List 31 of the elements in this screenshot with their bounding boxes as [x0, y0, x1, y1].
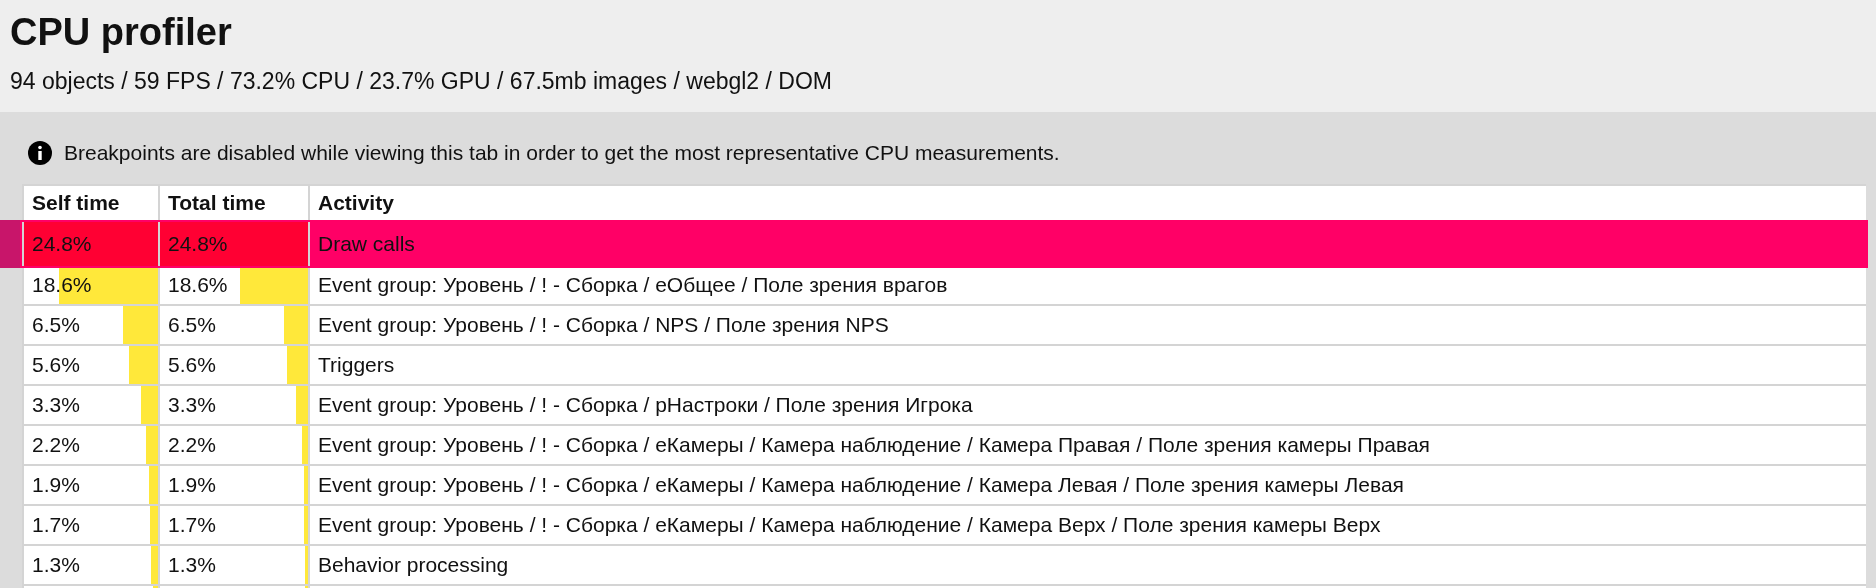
total-time: 1.3%	[168, 553, 216, 577]
self-time: 24.8%	[32, 232, 92, 256]
self-time: 5.6%	[32, 353, 80, 377]
activity: Behavior processing	[318, 553, 509, 577]
total-time: 1.9%	[168, 473, 216, 497]
self-time: 3.3%	[32, 393, 80, 417]
self-time: 1.7%	[32, 513, 80, 537]
activity: Event group: Уровень / ! - Сборка / рНастроки / Поле зрения Игрока	[318, 393, 973, 417]
page-title: CPU profiler	[10, 10, 233, 55]
stats-line: 94 objects / 59 FPS / 73.2% CPU / 23.7% GPU / 67.5mb images / webgl2 / DOM	[10, 67, 833, 96]
info-icon	[28, 141, 52, 165]
activity: Event group: Уровень / ! - Сборка / NPS / Поле зрения NPS	[318, 313, 889, 337]
total-time: 3.3%	[168, 393, 216, 417]
total-time: 2.2%	[168, 433, 216, 457]
self-time: 1.9%	[32, 473, 80, 497]
notice-text: Breakpoints are disabled while viewing this tab in order to get the most representative CPU measurements.	[64, 141, 1060, 165]
total-time: 18.6%	[168, 273, 228, 297]
self-time: 2.2%	[32, 433, 80, 457]
activity: Event group: Уровень / ! - Сборка / еКамеры / Камера наблюдение / Камера Правая / Поле зрения камеры Правая	[318, 433, 1430, 457]
total-time: 5.6%	[168, 353, 216, 377]
activity: Event group: Уровень / ! - Сборка / еКамеры / Камера наблюдение / Камера Верх / Поле зрения камеры Верх	[318, 513, 1381, 537]
total-time: 6.5%	[168, 313, 216, 337]
activity: Event group: Уровень / ! - Сборка / еОбщее / Поле зрения врагов	[318, 273, 948, 297]
self-time: 1.3%	[32, 553, 80, 577]
column-header: Activity	[317, 190, 395, 216]
total-time: 24.8%	[168, 232, 228, 256]
activity: Triggers	[318, 353, 395, 377]
activity: Draw calls	[318, 232, 415, 256]
total-time: 1.7%	[168, 513, 216, 537]
activity: Event group: Уровень / ! - Сборка / еКамеры / Камера наблюдение / Камера Левая / Поле зрения камеры Левая	[318, 473, 1404, 497]
self-time: 6.5%	[32, 313, 80, 337]
